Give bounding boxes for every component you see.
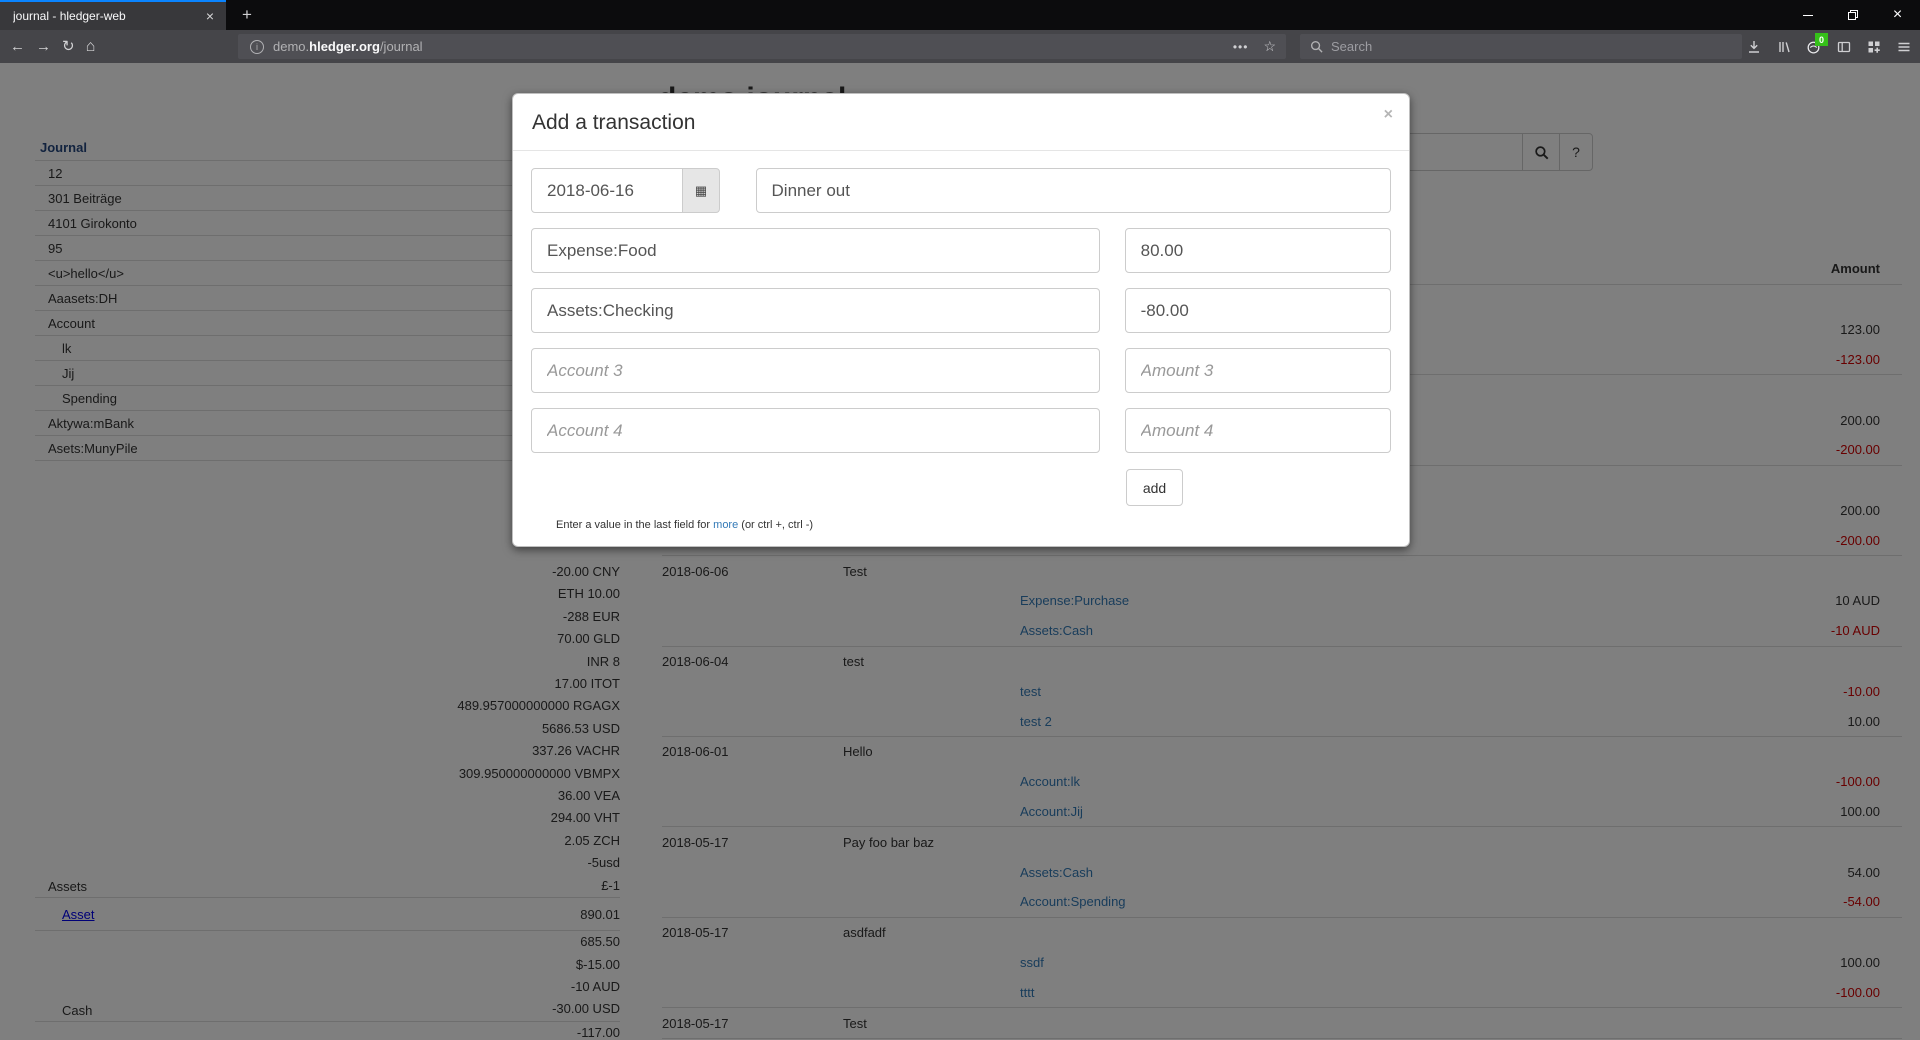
- account-4-input[interactable]: [531, 408, 1100, 453]
- date-input[interactable]: [531, 168, 683, 213]
- calendar-grid-icon: ▦: [695, 183, 707, 199]
- close-window-button[interactable]: ×: [1875, 0, 1920, 30]
- url-bar[interactable]: i demo.hledger.org/journal ••• ☆: [238, 34, 1286, 59]
- minimize-button[interactable]: [1785, 0, 1830, 30]
- tab-close-icon[interactable]: ×: [203, 9, 217, 23]
- amount-3-input[interactable]: [1125, 348, 1391, 393]
- description-input[interactable]: [756, 168, 1391, 213]
- back-button[interactable]: ←: [10, 39, 25, 54]
- sidebars-button[interactable]: [1835, 38, 1852, 55]
- calendar-picker-button[interactable]: ▦: [682, 168, 720, 213]
- url-text: demo.hledger.org/journal: [273, 39, 423, 54]
- account-2-input[interactable]: [531, 288, 1100, 333]
- extension-bird-icon[interactable]: 0: [1805, 38, 1822, 55]
- posting-input-row: [531, 348, 1391, 393]
- more-link[interactable]: more: [713, 519, 738, 531]
- modal-hint: Enter a value in the last field for more…: [556, 519, 1391, 531]
- window-controls: ×: [1785, 0, 1920, 30]
- active-tab[interactable]: journal - hledger-web ×: [0, 0, 226, 30]
- account-1-input[interactable]: [531, 228, 1100, 273]
- reload-button[interactable]: ↻: [62, 39, 75, 54]
- forward-button[interactable]: →: [36, 39, 51, 54]
- page-actions-icon[interactable]: •••: [1233, 40, 1249, 54]
- add-transaction-modal: Add a transaction × ▦ add Enter a value …: [512, 93, 1410, 547]
- search-icon: [1310, 40, 1323, 53]
- page-viewport: demo.journal ? Journal12301 Beiträge4101…: [0, 63, 1920, 1040]
- posting-input-row: [531, 408, 1391, 453]
- browser-window: journal - hledger-web × + × ← → ↻ ⌂ i de…: [0, 0, 1920, 1040]
- downloads-button[interactable]: [1745, 38, 1762, 55]
- amount-1-input[interactable]: [1125, 228, 1391, 273]
- extension-badge: 0: [1815, 33, 1828, 46]
- bookmark-star-icon[interactable]: ☆: [1263, 38, 1276, 55]
- close-window-icon: ×: [1893, 6, 1902, 24]
- menu-hamburger-icon[interactable]: [1895, 38, 1912, 55]
- home-button[interactable]: ⌂: [86, 39, 96, 54]
- amount-2-input[interactable]: [1125, 288, 1391, 333]
- posting-input-row: [531, 228, 1391, 273]
- navigation-toolbar: ← → ↻ ⌂ i demo.hledger.org/journal ••• ☆…: [0, 30, 1920, 63]
- modal-title: Add a transaction: [532, 111, 1393, 135]
- tab-title: journal - hledger-web: [13, 9, 203, 23]
- browser-search-bar[interactable]: Search: [1300, 34, 1742, 59]
- new-tab-button[interactable]: +: [242, 2, 252, 28]
- add-button[interactable]: add: [1126, 469, 1183, 506]
- posting-input-row: [531, 288, 1391, 333]
- restore-button[interactable]: [1830, 0, 1875, 30]
- tab-strip: journal - hledger-web × + ×: [0, 0, 1920, 30]
- account-3-input[interactable]: [531, 348, 1100, 393]
- library-button[interactable]: [1775, 38, 1792, 55]
- modal-close-icon[interactable]: ×: [1384, 106, 1393, 124]
- minimize-icon: [1803, 15, 1813, 16]
- amount-4-input[interactable]: [1125, 408, 1391, 453]
- browser-search-placeholder: Search: [1331, 39, 1372, 54]
- extensions-grid-button[interactable]: [1865, 38, 1882, 55]
- site-info-icon[interactable]: i: [250, 40, 264, 54]
- restore-icon: [1847, 9, 1859, 21]
